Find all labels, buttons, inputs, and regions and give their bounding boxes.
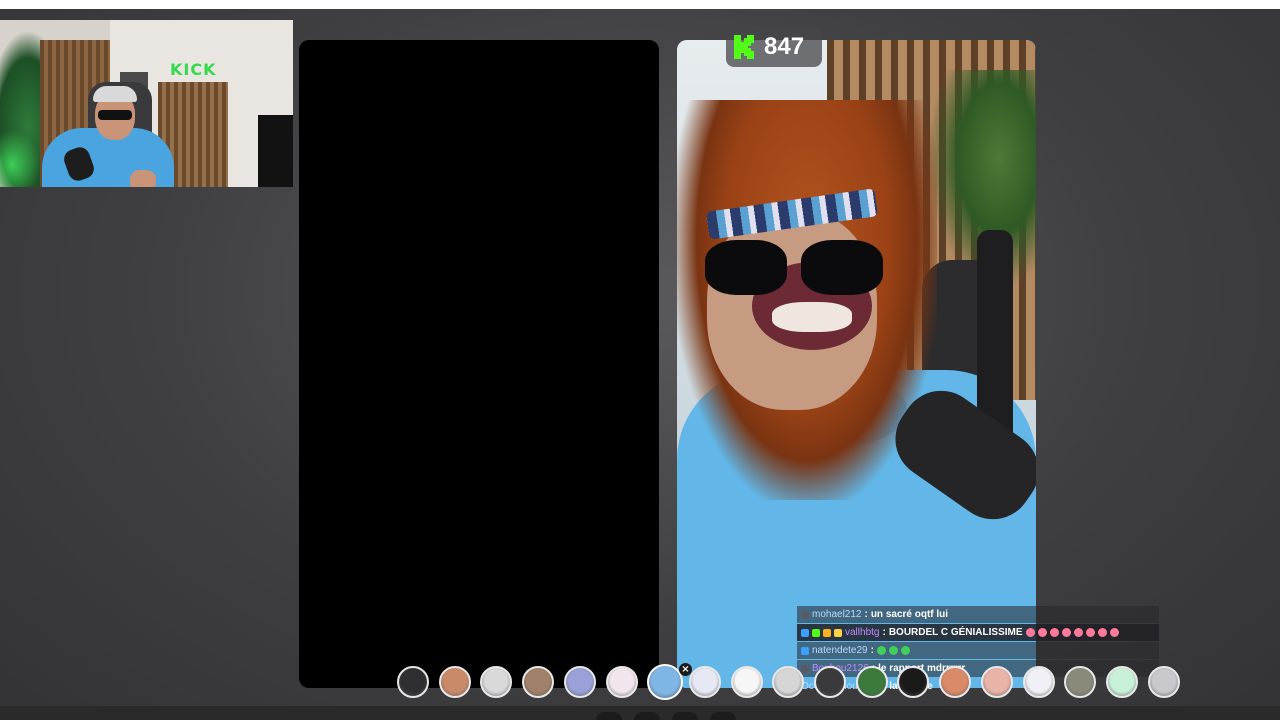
- avatar-face-1[interactable]: [438, 666, 471, 698]
- emote-icon: [1025, 628, 1035, 637]
- avatar-face-7[interactable]: [688, 666, 721, 698]
- chat-message: vallhbtg : BOURDEL C GÉNIALISSIME: [797, 624, 1159, 641]
- chat-username: mohael212: [812, 609, 862, 620]
- webcam-kick-sign: KICK: [170, 60, 217, 79]
- emote-icon: [1061, 628, 1071, 637]
- webcam-monitor: [258, 115, 293, 187]
- toolbar-button[interactable]: [596, 712, 622, 720]
- emote-icon: [1085, 628, 1095, 637]
- chat-message: mohael212 : un sacré oqtf lui: [797, 606, 1159, 623]
- emote-icon: [1073, 628, 1083, 637]
- emote-check-icon: [888, 646, 898, 655]
- chat-separator: :: [864, 609, 868, 620]
- video-person-teeth: [772, 302, 852, 332]
- avatar-face-10[interactable]: [814, 666, 846, 698]
- emote-icon: [1097, 628, 1107, 637]
- avatar-face-16[interactable]: [1064, 666, 1097, 698]
- user-badge-icon: [812, 628, 820, 637]
- toolbar-button[interactable]: [634, 712, 660, 720]
- avatar-face-11[interactable]: [855, 666, 888, 698]
- chat-text: BOURDEL C GÉNIALISSIME: [888, 627, 1023, 638]
- webcam-green-light: [0, 130, 40, 187]
- toolbar-button[interactable]: [672, 712, 698, 720]
- avatar-face-2[interactable]: [480, 666, 513, 698]
- avatar-face-18[interactable]: [1147, 666, 1180, 698]
- avatar-face-5[interactable]: [605, 666, 638, 698]
- chat-message: natendete29 :: [797, 642, 1159, 659]
- emote-check-icon: [876, 646, 886, 655]
- emote-icon: [1037, 628, 1047, 637]
- webcam-person-cap: [93, 86, 137, 102]
- avatar-face-4[interactable]: [563, 666, 596, 698]
- kick-logo-icon: [732, 34, 756, 60]
- avatar-face-17[interactable]: [1105, 666, 1138, 698]
- avatar-face-12[interactable]: [897, 666, 930, 698]
- emote-icon: [1109, 628, 1119, 637]
- user-badge-icon: [834, 628, 842, 637]
- video-person-sunglasses: [705, 240, 885, 295]
- chat-username: natendete29: [812, 645, 868, 656]
- avatar-face-15[interactable]: [1022, 666, 1055, 698]
- viewer-count-badge: 847: [726, 27, 822, 67]
- avatar-face-14[interactable]: [980, 666, 1013, 698]
- streamer-webcam: KICK: [0, 20, 293, 187]
- video-panel-right: [677, 40, 1036, 688]
- toolbar-button[interactable]: [710, 712, 736, 720]
- chat-separator: :: [870, 645, 874, 656]
- avatar-empty[interactable]: [397, 666, 429, 698]
- close-icon[interactable]: ×: [679, 663, 692, 676]
- user-badge-icon: [801, 646, 809, 655]
- chat-username: vallhbtg: [845, 627, 880, 638]
- participant-avatars: [397, 664, 1237, 700]
- webcam-person-glasses: [98, 110, 132, 120]
- chat-text: un sacré oqtf lui: [870, 609, 949, 620]
- avatar-face-8[interactable]: [730, 666, 763, 698]
- avatar-face-13[interactable]: [939, 666, 972, 698]
- video-panel-left: [299, 40, 659, 688]
- user-badge-icon: [823, 628, 831, 637]
- avatar-face-6-selected[interactable]: [647, 664, 684, 700]
- avatar-face-9[interactable]: [772, 666, 805, 698]
- emote-check-icon: [900, 646, 910, 655]
- user-badge-icon: [801, 610, 809, 619]
- viewer-count: 847: [764, 33, 805, 60]
- webcam-person-hand: [130, 170, 156, 187]
- emote-icon: [1049, 628, 1059, 637]
- user-badge-icon: [801, 628, 809, 637]
- avatar-face-3[interactable]: [522, 666, 555, 698]
- chat-separator: :: [882, 627, 886, 638]
